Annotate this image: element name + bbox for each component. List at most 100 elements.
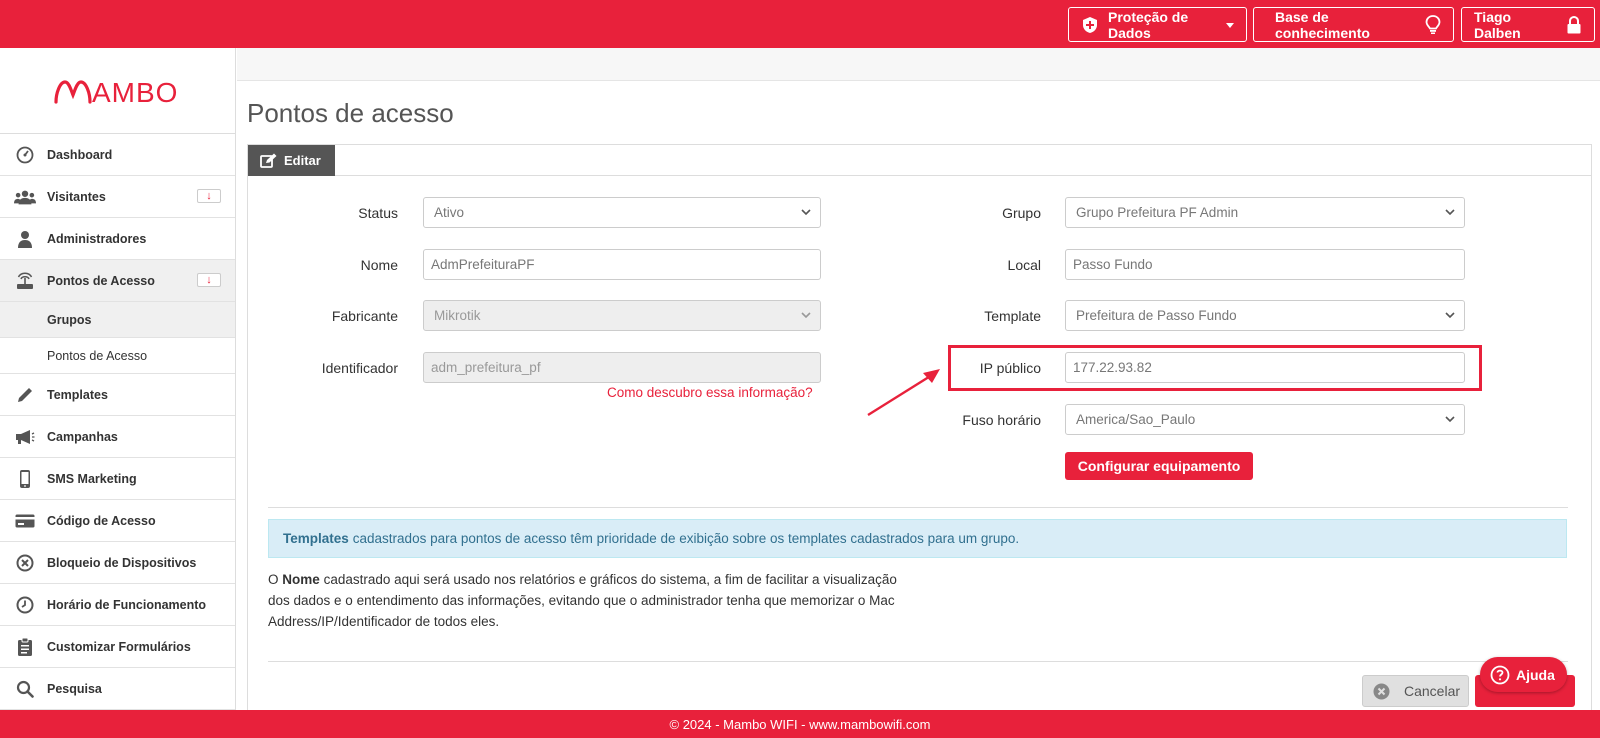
local-input-value: Passo Fundo: [1073, 257, 1153, 272]
sidebar-item-label: Visitantes: [47, 189, 106, 204]
sidebar-item-label: Pesquisa: [47, 681, 102, 696]
fabricante-select-value: Mikrotik: [434, 308, 481, 323]
dashboard-icon: [14, 144, 36, 166]
svg-text:AMBO: AMBO: [92, 77, 178, 107]
identificador-input[interactable]: adm_prefeitura_pf: [423, 352, 821, 383]
nome-label: Nome: [360, 257, 398, 273]
sidebar-item-label: Pontos de Acesso: [47, 273, 155, 288]
fuso-horario-label: Fuso horário: [962, 412, 1041, 428]
nome-help-text: O Nome cadastrado aqui será usado nos re…: [268, 569, 908, 632]
status-label: Status: [358, 205, 398, 221]
megaphone-icon: [14, 426, 36, 448]
form-divider: [268, 507, 1568, 508]
sidebar-item-customizar-formularios[interactable]: Customizar Formulários: [0, 626, 235, 668]
local-label: Local: [1007, 257, 1041, 273]
chevron-down-icon: [801, 312, 811, 319]
lock-icon: [1567, 15, 1581, 33]
sidebar-item-sms-marketing[interactable]: SMS Marketing: [0, 458, 235, 500]
sidebar-item-label: Horário de Funcionamento: [47, 597, 207, 612]
ip-publico-input-value: 177.22.93.82: [1073, 360, 1152, 375]
fuso-horario-select[interactable]: America/Sao_Paulo: [1065, 404, 1465, 435]
user-name: Tiago Dalben: [1474, 8, 1521, 41]
access-point-icon: [14, 270, 36, 292]
expand-arrow-icon[interactable]: ↓: [197, 273, 221, 287]
block-icon: [14, 552, 36, 574]
cancel-label: Cancelar: [1404, 683, 1461, 699]
close-circle-icon: [1373, 683, 1390, 699]
identificador-help-link[interactable]: Como descubro essa informação?: [607, 385, 813, 400]
identificador-input-value: adm_prefeitura_pf: [431, 360, 541, 375]
identificador-label: Identificador: [321, 360, 398, 376]
sidebar-item-pontos-de-acesso[interactable]: Pontos de Acesso ↓: [0, 260, 235, 302]
local-input[interactable]: Passo Fundo: [1065, 249, 1465, 280]
nome-input-value: AdmPrefeituraPF: [431, 257, 535, 272]
grupo-label: Grupo: [1002, 205, 1041, 221]
user-icon: [14, 228, 36, 250]
search-icon: [14, 678, 36, 700]
tab-editar[interactable]: Editar: [248, 145, 335, 176]
ip-publico-input[interactable]: 177.22.93.82: [1065, 352, 1465, 383]
help-prefix: O: [268, 572, 279, 587]
help-nome-bold: Nome: [282, 572, 320, 587]
sidebar-item-dashboard[interactable]: Dashboard: [0, 134, 235, 176]
pencil-icon: [14, 384, 36, 406]
sidebar-subitem-pontos-de-acesso[interactable]: Pontos de Acesso: [0, 338, 235, 374]
sidebar-item-label: Bloqueio de Dispositivos: [47, 555, 197, 570]
sidebar-item-label: Campanhas: [47, 429, 118, 444]
fabricante-label: Fabricante: [331, 308, 398, 324]
sidebar-item-templates[interactable]: Templates: [0, 374, 235, 416]
sidebar-item-label: Customizar Formulários: [47, 639, 191, 654]
sidebar-item-bloqueio-de-dispositivos[interactable]: Bloqueio de Dispositivos: [0, 542, 235, 584]
knowledge-base-button[interactable]: Base de conhecimento: [1253, 7, 1454, 42]
tab-editar-label: Editar: [284, 153, 321, 168]
footer-text: © 2024 - Mambo WIFI - www.mambowifi.com: [669, 716, 931, 732]
page-title: Pontos de acesso: [247, 98, 454, 128]
sidebar-item-label: Administradores: [47, 231, 147, 246]
help-nome-text: cadastrado aqui será usado nos relatório…: [268, 572, 897, 629]
chevron-down-icon: [1445, 416, 1455, 423]
grupo-select[interactable]: Grupo Prefeitura PF Admin: [1065, 197, 1465, 228]
logo[interactable]: AMBO: [0, 48, 235, 134]
sidebar-item-visitantes[interactable]: Visitantes ↓: [0, 176, 235, 218]
info-templates-bold: Templates: [283, 531, 349, 546]
sidebar-item-administradores[interactable]: Administradores: [0, 218, 235, 260]
lightbulb-icon: [1425, 14, 1441, 34]
shield-icon: [1083, 16, 1097, 33]
users-icon: [14, 186, 36, 208]
actions-divider: [268, 661, 1568, 662]
expand-arrow-icon[interactable]: ↓: [197, 189, 221, 203]
template-select[interactable]: Prefeitura de Passo Fundo: [1065, 300, 1465, 331]
template-select-value: Prefeitura de Passo Fundo: [1076, 308, 1237, 323]
status-select-value: Ativo: [434, 205, 465, 220]
sidebar: AMBO Dashboard Visitantes ↓ Administrado…: [0, 48, 236, 710]
help-button[interactable]: Ajuda: [1480, 657, 1567, 692]
fabricante-select[interactable]: Mikrotik: [423, 300, 821, 331]
grupo-select-value: Grupo Prefeitura PF Admin: [1076, 205, 1239, 220]
sidebar-subitem-label: Pontos de Acesso: [47, 348, 148, 363]
template-label: Template: [984, 308, 1041, 324]
edit-icon: [260, 153, 277, 168]
clipboard-icon: [14, 636, 36, 658]
configurar-equipamento-button[interactable]: Configurar equipamento: [1065, 452, 1253, 480]
data-protection-button[interactable]: Proteção de Dados: [1068, 7, 1247, 42]
cancel-button[interactable]: Cancelar: [1362, 675, 1469, 707]
sidebar-item-campanhas[interactable]: Campanhas: [0, 416, 235, 458]
user-menu-button[interactable]: Tiago Dalben: [1461, 7, 1595, 42]
sidebar-item-codigo-de-acesso[interactable]: Código de Acesso: [0, 500, 235, 542]
ip-publico-label: IP público: [979, 360, 1041, 376]
nome-input[interactable]: AdmPrefeituraPF: [423, 249, 821, 280]
footer: © 2024 - Mambo WIFI - www.mambowifi.com: [0, 710, 1600, 738]
status-select[interactable]: Ativo: [423, 197, 821, 228]
templates-info-alert: Templates cadastrados para pontos de ace…: [268, 519, 1567, 558]
sidebar-subitem-label: Grupos: [47, 312, 92, 327]
panel-header: Editar: [248, 145, 1591, 176]
sidebar-item-horario-de-funcionamento[interactable]: Horário de Funcionamento: [0, 584, 235, 626]
help-label: Ajuda: [1516, 666, 1555, 683]
knowledge-base-label: Base de conhecimento: [1275, 8, 1370, 41]
card-icon: [14, 510, 36, 532]
mambo-logo: AMBO: [53, 77, 178, 107]
phone-icon: [14, 468, 36, 490]
main-top-strip: [237, 48, 1600, 81]
sidebar-item-pesquisa[interactable]: Pesquisa: [0, 668, 235, 710]
sidebar-subitem-grupos[interactable]: Grupos: [0, 302, 235, 338]
